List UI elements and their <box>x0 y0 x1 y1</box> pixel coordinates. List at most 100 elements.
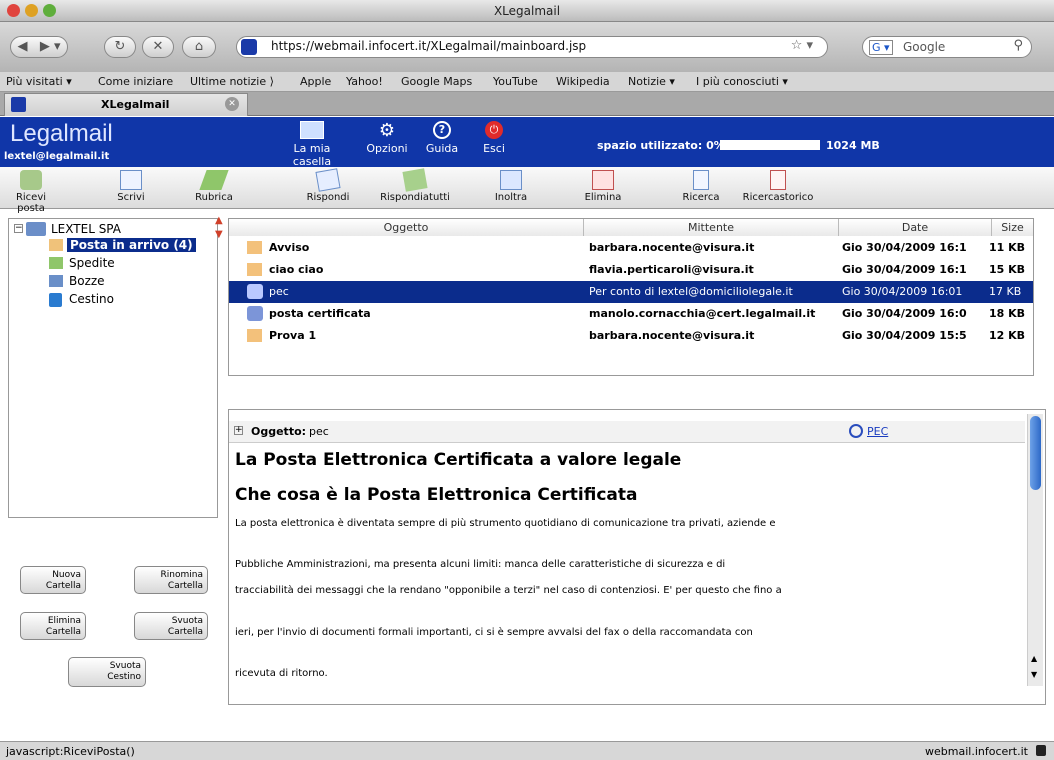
help-nav-button[interactable]: ? Guida <box>420 121 464 155</box>
envelope-icon <box>247 329 262 342</box>
message-row[interactable]: ciao ciao flavia.perticaroli@visura.it G… <box>229 259 1033 281</box>
empty-trash-button[interactable]: Svuota Cestino <box>68 657 146 687</box>
delete-folder-button[interactable]: Elimina Cartella <box>20 612 86 640</box>
search-button[interactable]: Ricerca <box>676 170 726 203</box>
window-title: XLegalmail <box>493 4 561 18</box>
app-header <box>0 117 1054 167</box>
history-search-button[interactable]: Ricercastorico <box>736 170 820 203</box>
message-date: Gio 30/04/2009 15:5 <box>842 329 967 342</box>
bookmark-item[interactable]: Wikipedia <box>556 75 610 88</box>
collapse-toggle-icon[interactable]: − <box>14 224 23 233</box>
drafts-folder-icon <box>49 275 63 287</box>
back-forward-buttons[interactable]: ◀ ▶ ▾ <box>10 36 68 58</box>
scrollbar-thumb[interactable] <box>1030 416 1041 490</box>
reply-button[interactable]: Rispondi <box>298 168 358 203</box>
url-bar[interactable]: https://webmail.infocert.it/XLegalmail/m… <box>236 36 828 58</box>
preview-paragraph: Pubbliche Amministrazioni, ma presenta a… <box>235 559 726 570</box>
expand-header-icon[interactable]: + <box>234 426 243 435</box>
reply-all-icon <box>402 168 428 192</box>
tab-close-icon[interactable]: ✕ <box>225 97 239 111</box>
new-folder-button[interactable]: Nuova Cartella <box>20 566 86 594</box>
folder-drafts[interactable]: Bozze <box>69 274 105 288</box>
trash-folder-icon <box>49 293 62 307</box>
column-subject[interactable]: Oggetto <box>229 219 584 236</box>
space-used-label: spazio utilizzato: 0% <box>597 139 725 152</box>
site-favicon-icon <box>241 39 257 55</box>
scroll-down-icon[interactable]: ▼ <box>1031 670 1037 679</box>
column-date[interactable]: Date <box>839 219 992 236</box>
column-size[interactable]: Size <box>992 219 1033 236</box>
delete-button[interactable]: Elimina <box>578 170 628 203</box>
compose-icon <box>120 170 142 190</box>
preview-paragraph: La posta elettronica è diventata sempre … <box>235 518 776 529</box>
empty-folder-button[interactable]: Svuota Cartella <box>134 612 208 640</box>
delete-icon <box>592 170 614 190</box>
preview-paragraph: ieri, per l'invio di documenti formali i… <box>235 627 753 638</box>
column-sender[interactable]: Mittente <box>584 219 839 236</box>
status-text: javascript:RiceviPosta() <box>6 745 135 758</box>
stop-button[interactable]: ✕ <box>142 36 174 58</box>
bookmark-item[interactable]: Ultime notizie ⟩ <box>190 75 274 88</box>
bookmark-item[interactable]: Come iniziare <box>98 75 173 88</box>
splitter-up-icon[interactable]: ▲ <box>215 215 223 226</box>
bookmark-item[interactable]: Google Maps <box>401 75 472 88</box>
address-book-button[interactable]: Rubrica <box>190 170 238 203</box>
pec-link[interactable]: PEC <box>867 425 888 438</box>
history-search-icon <box>770 170 786 190</box>
tab-favicon-icon <box>11 97 26 112</box>
receive-mail-icon <box>20 170 42 190</box>
preview-heading-1: La Posta Elettronica Certificata a valor… <box>235 450 682 470</box>
bookmark-item[interactable]: Apple <box>300 75 331 88</box>
reload-button[interactable]: ↻ <box>104 36 136 58</box>
bookmark-item[interactable]: Notizie ▾ <box>628 75 675 88</box>
rename-folder-label-2: Cartella <box>167 581 203 591</box>
preview-paragraph: tracciabilità dei messaggi che la rendan… <box>235 585 782 596</box>
scroll-up-icon[interactable]: ▲ <box>1031 654 1037 663</box>
message-row[interactable]: Avviso barbara.nocente@visura.it Gio 30/… <box>229 237 1033 259</box>
pec-badge-icon <box>849 424 863 438</box>
message-row-selected[interactable]: pec Per conto di lextel@domiciliolegale.… <box>229 281 1033 303</box>
compose-label: Scrivi <box>117 192 145 203</box>
search-engine-icon[interactable]: G ▾ <box>869 40 893 55</box>
home-button[interactable]: ⌂ <box>182 36 216 58</box>
mailbox-icon <box>300 121 324 139</box>
splitter-down-icon[interactable]: ▼ <box>215 229 223 240</box>
folder-trash[interactable]: Cestino <box>69 292 114 306</box>
app-logo: Legalmail <box>10 120 113 147</box>
pec-icon <box>247 284 263 299</box>
reply-icon <box>315 168 341 192</box>
search-icon[interactable]: ⚲ <box>1013 38 1023 53</box>
message-size: 17 KB <box>989 285 1022 298</box>
bookmark-star-icon[interactable]: ☆ ▾ <box>791 38 813 53</box>
message-subject: ciao ciao <box>269 263 324 276</box>
delete-folder-label-2: Cartella <box>45 627 81 637</box>
bookmark-item[interactable]: Più visitati ▾ <box>6 75 72 88</box>
compose-button[interactable]: Scrivi <box>111 170 151 203</box>
bookmark-item[interactable]: YouTube <box>493 75 538 88</box>
preview-scrollbar[interactable]: ▲ ▼ <box>1027 414 1043 686</box>
message-row[interactable]: Prova 1 barbara.nocente@visura.it Gio 30… <box>229 325 1033 347</box>
exit-nav-button[interactable]: ⏻ Esci <box>474 121 514 155</box>
rename-folder-button[interactable]: Rinomina Cartella <box>134 566 208 594</box>
forward-button[interactable]: Inoltra <box>486 170 536 203</box>
preview-heading-2: Che cosa è la Posta Elettronica Certific… <box>235 485 638 505</box>
reply-all-button[interactable]: Rispondiatutti <box>373 168 457 203</box>
mailbox-nav-button[interactable]: La mia casella <box>277 121 347 168</box>
folder-root-label[interactable]: LEXTEL SPA <box>51 222 121 236</box>
empty-folder-label-2: Cartella <box>167 627 203 637</box>
options-nav-button[interactable]: ⚙ Opzioni <box>362 121 412 156</box>
bookmark-item[interactable]: I più conosciuti ▾ <box>696 75 788 88</box>
receive-mail-button[interactable]: Ricevi posta <box>2 170 60 214</box>
bookmark-item[interactable]: Yahoo! <box>346 75 383 88</box>
folder-inbox[interactable]: Posta in arrivo (4) <box>67 238 196 252</box>
tab-xlegalmail[interactable]: XLegalmail ✕ <box>4 93 248 116</box>
preview-header: + Oggetto: pec PEC <box>229 421 1025 443</box>
address-book-label: Rubrica <box>195 192 233 203</box>
message-subject: Avviso <box>269 241 310 254</box>
empty-trash-label-2: Cestino <box>107 672 141 682</box>
message-size: 11 KB <box>989 241 1026 254</box>
folder-sent[interactable]: Spedite <box>69 256 115 270</box>
message-row[interactable]: posta certificata manolo.cornacchia@cert… <box>229 303 1033 325</box>
search-box[interactable]: G ▾ Google ⚲ <box>862 36 1032 58</box>
message-size: 12 KB <box>989 329 1026 342</box>
